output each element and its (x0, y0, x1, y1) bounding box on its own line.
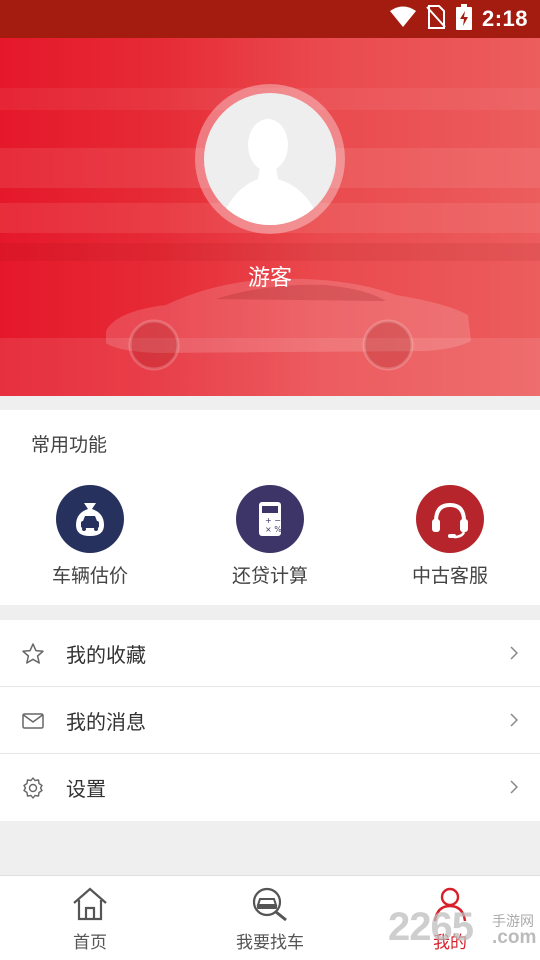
home-icon (71, 887, 109, 926)
star-icon (21, 642, 45, 666)
status-icons: 2:18 (389, 0, 528, 38)
mail-icon (21, 709, 45, 733)
tab-home[interactable]: 首页 (15, 886, 165, 953)
default-user-icon (224, 119, 316, 225)
chevron-right-icon (510, 712, 519, 731)
tab-label: 首页 (73, 933, 107, 953)
watermark-domain: .com (492, 927, 537, 948)
section-title: 常用功能 (31, 434, 108, 456)
watermark: 2265 手游网 .com (388, 905, 540, 955)
tab-find-car[interactable]: 我要找车 (195, 886, 345, 953)
status-bar: 2:18 (0, 0, 540, 38)
status-time: 2:18 (481, 6, 528, 31)
svg-text:× %: × % (265, 525, 282, 534)
chevron-right-icon (510, 645, 519, 664)
watermark-number: 2265 (388, 905, 474, 949)
profile-header: 游客 (0, 38, 540, 396)
menu-item-label: 设置 (66, 777, 106, 801)
no-sim-icon (426, 5, 446, 33)
avatar[interactable] (195, 84, 345, 234)
wifi-icon (389, 6, 416, 32)
function-label: 车辆估价 (51, 565, 128, 587)
car-valuation-button[interactable]: 车辆估价 (25, 485, 155, 588)
calculator-icon: + − × % (236, 485, 304, 553)
hero-motion-streak (0, 243, 540, 261)
car-valuation-icon (56, 485, 124, 553)
username[interactable]: 游客 (0, 260, 540, 292)
battery-charging-icon (455, 4, 472, 34)
chevron-right-icon (510, 779, 519, 798)
menu-item-settings[interactable]: 设置 (0, 754, 540, 821)
car-search-icon (250, 887, 290, 926)
headset-icon (416, 485, 484, 553)
function-label: 还贷计算 (231, 565, 308, 587)
menu-item-label: 我的收藏 (66, 642, 146, 667)
menu-item-favorites[interactable]: 我的收藏 (0, 620, 540, 687)
menu-list: 我的收藏 我的消息 设置 (0, 620, 540, 821)
customer-service-button[interactable]: 中古客服 (385, 485, 515, 588)
menu-item-messages[interactable]: 我的消息 (0, 687, 540, 754)
loan-calculator-button[interactable]: + − × % 还贷计算 (205, 485, 335, 588)
function-label: 中古客服 (411, 565, 488, 587)
common-functions-card: 常用功能 车辆估价 + − × % 还贷计算 中古客服 (0, 410, 540, 605)
avatar-placeholder (204, 93, 336, 225)
tab-label: 我要找车 (236, 933, 304, 953)
gear-icon (21, 776, 45, 800)
svg-text:+ −: + − (265, 516, 281, 525)
menu-item-label: 我的消息 (66, 709, 146, 734)
